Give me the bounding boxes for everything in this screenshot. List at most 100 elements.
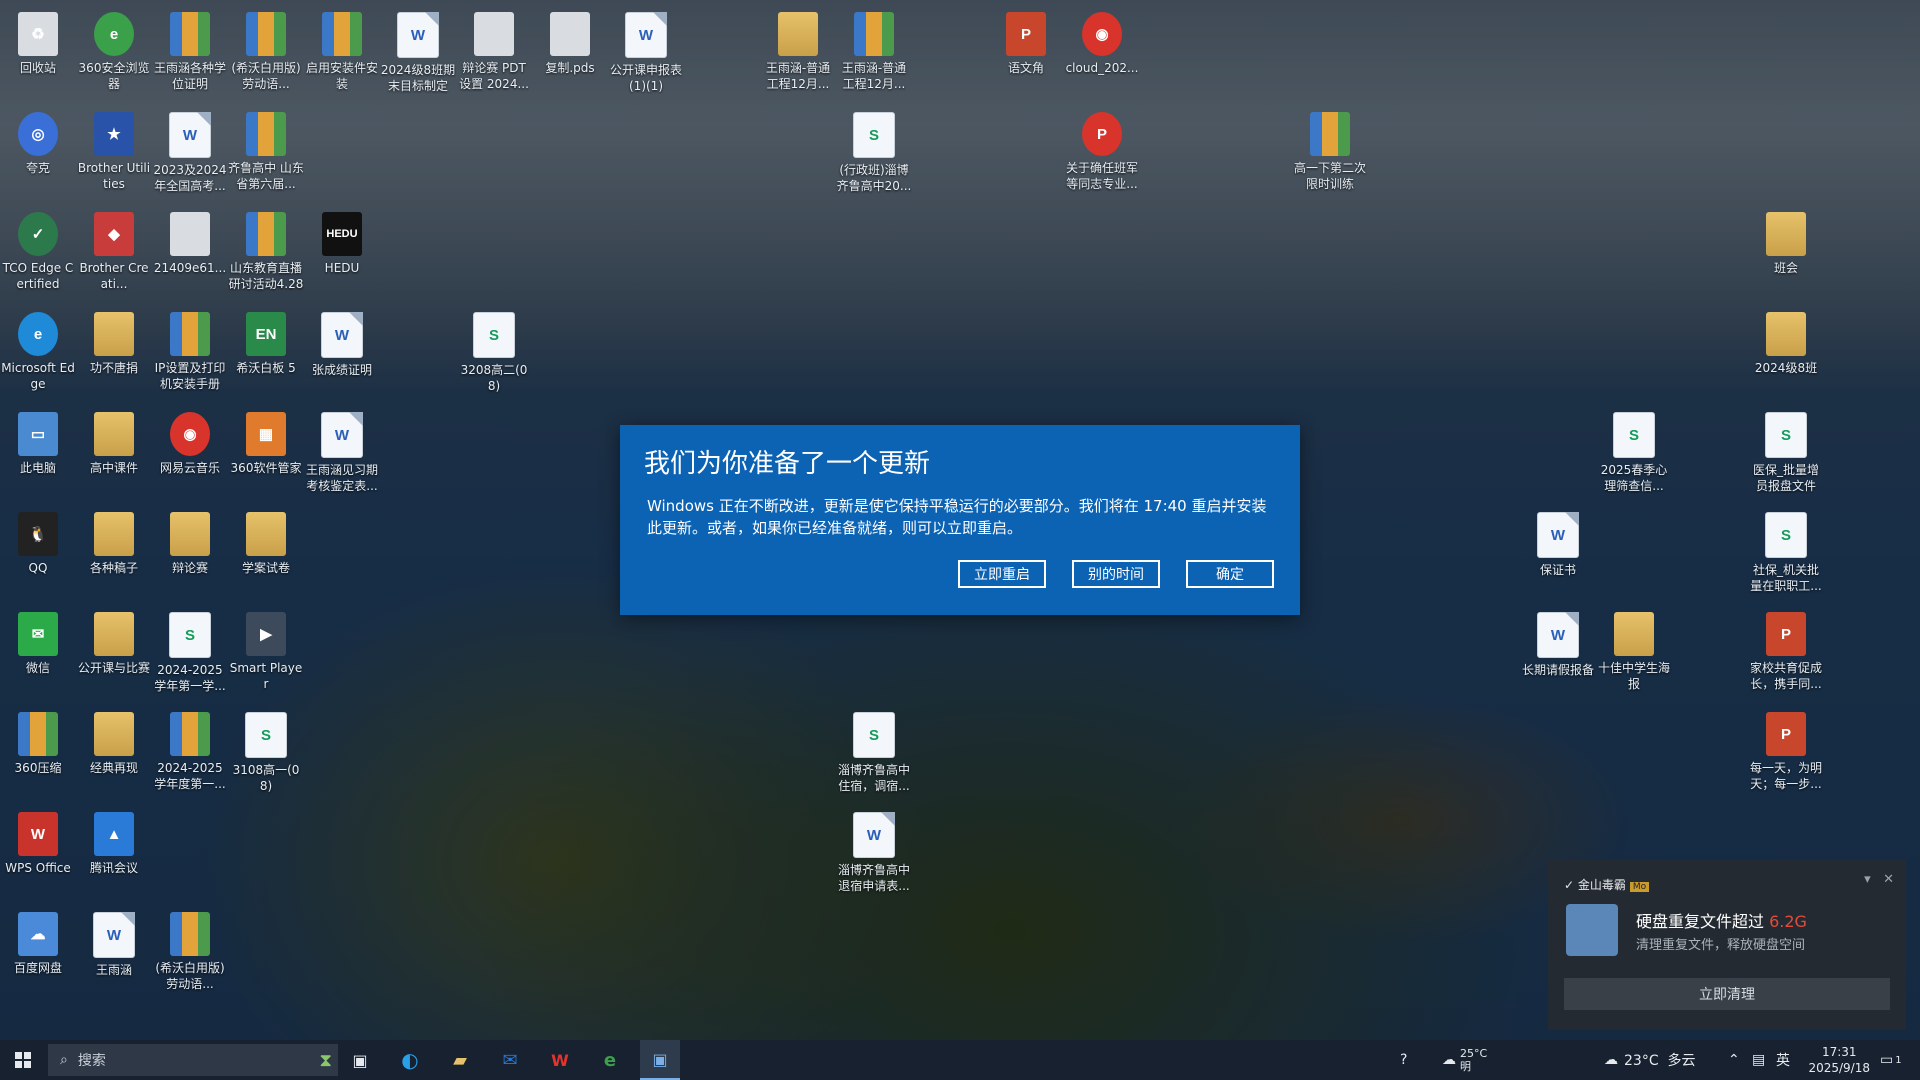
desktop-icon[interactable]: W 保证书: [1520, 506, 1596, 606]
desktop-icon[interactable]: ▦ 360软件管家: [228, 406, 304, 506]
task-view-button[interactable]: ▣: [340, 1040, 380, 1080]
desktop-icon[interactable]: W 淄博齐鲁高中退宿申请表...: [836, 806, 912, 906]
close-icon[interactable]: ✕: [1883, 872, 1894, 887]
action-center[interactable]: ▭ 1: [1880, 1040, 1902, 1080]
taskbar-edge[interactable]: ◐: [390, 1040, 430, 1080]
desktop-icon-label: 360软件管家: [230, 461, 302, 475]
desktop-icon[interactable]: S 淄博齐鲁高中住宿，调宿...: [836, 706, 912, 806]
weather-icon: ☁: [1604, 1052, 1618, 1068]
desktop-icon[interactable]: S (行政班)淄博齐鲁高中20...: [836, 106, 912, 206]
weather-widget[interactable]: ☁ 23°C 多云: [1604, 1040, 1696, 1080]
desktop-icon[interactable]: 辩论赛: [152, 506, 228, 606]
ime-indicator[interactable]: 英: [1776, 1040, 1790, 1080]
desktop-icon[interactable]: P 语文角: [988, 6, 1064, 106]
desktop-icon[interactable]: 复制.pds: [532, 6, 608, 106]
desktop-icon[interactable]: P 家校共育促成长，携手同...: [1748, 606, 1824, 706]
taskbar-search[interactable]: ⌕ 搜索 ⧗: [48, 1044, 338, 1076]
desktop-icon[interactable]: S 医保_批量增员报盘文件: [1748, 406, 1824, 506]
desktop-icon[interactable]: 班会: [1748, 206, 1824, 306]
desktop-icon[interactable]: 360压缩: [0, 706, 76, 806]
desktop-icon[interactable]: 各种稿子: [76, 506, 152, 606]
desktop-icon[interactable]: W 公开课申报表(1)(1): [608, 6, 684, 106]
desktop-icon[interactable]: 王雨涵各种学位证明: [152, 6, 228, 106]
desktop-icon[interactable]: W 2024级8班期末目标制定: [380, 6, 456, 106]
desktop-icon[interactable]: S 2024-2025学年第一学...: [152, 606, 228, 706]
desktop-icon[interactable]: ◉ cloud_202...: [1064, 6, 1140, 106]
taskbar-active-app[interactable]: ▣: [640, 1040, 680, 1080]
file-icon: [550, 12, 590, 56]
weather-small[interactable]: ☁ 25°C 明: [1442, 1040, 1487, 1080]
desktop-icon[interactable]: W 王雨涵见习期考核鉴定表...: [304, 406, 380, 506]
clean-now-button[interactable]: 立即清理: [1564, 978, 1890, 1010]
desktop-icon[interactable]: 王雨涵-普通工程12月...: [760, 6, 836, 106]
desktop-icon[interactable]: ▭ 此电脑: [0, 406, 76, 506]
desktop-icon[interactable]: 2024级8班: [1748, 306, 1824, 406]
desktop-icon[interactable]: S 3108高一(08): [228, 706, 304, 806]
archive-icon: [18, 712, 58, 756]
desktop-icon[interactable]: W 张成绩证明: [304, 306, 380, 406]
desktop-icon[interactable]: P 每一天，为明天；每一步...: [1748, 706, 1824, 806]
folder-icon: [1766, 212, 1806, 256]
desktop-icon[interactable]: W WPS Office: [0, 806, 76, 906]
desktop-icon[interactable]: 王雨涵-普通工程12月...: [836, 6, 912, 106]
desktop-icon[interactable]: W 王雨涵: [76, 906, 152, 1006]
desktop-icon[interactable]: W 长期请假报备: [1520, 606, 1596, 706]
desktop-icon[interactable]: S 2025春季心理筛查信...: [1596, 406, 1672, 506]
desktop-icon[interactable]: 山东教育直播研讨活动4.28: [228, 206, 304, 306]
desktop-icon[interactable]: ★ Brother Utilities: [76, 106, 152, 206]
desktop-icon[interactable]: 高中课件: [76, 406, 152, 506]
other-time-button[interactable]: 别的时间: [1072, 560, 1160, 588]
taskbar-explorer[interactable]: ▰: [440, 1040, 480, 1080]
taskbar-wps[interactable]: W: [540, 1040, 580, 1080]
desktop-icon[interactable]: 公开课与比赛: [76, 606, 152, 706]
app-icon: ☁: [18, 912, 58, 956]
desktop-icon[interactable]: P 关于确任班军等同志专业...: [1064, 106, 1140, 206]
desktop-icon[interactable]: IP设置及打印机安装手册: [152, 306, 228, 406]
desktop-icon[interactable]: 🐧 QQ: [0, 506, 76, 606]
desktop-icon-label: 回收站: [19, 61, 56, 75]
desktop-icon[interactable]: e 360安全浏览器: [76, 6, 152, 106]
desktop-icon[interactable]: e Microsoft Edge: [0, 306, 76, 406]
taskbar-360browser[interactable]: e: [590, 1040, 630, 1080]
desktop-icon[interactable]: ▶ Smart Player: [228, 606, 304, 706]
desktop-icon[interactable]: 十佳中学生海报: [1596, 606, 1672, 706]
start-button[interactable]: [0, 1040, 46, 1080]
desktop-icon[interactable]: (希沃白用版)劳动语...: [228, 6, 304, 106]
desktop-icon[interactable]: ◆ Brother Creati...: [76, 206, 152, 306]
desktop-icon[interactable]: 21409e61...: [152, 206, 228, 306]
desktop-icon[interactable]: ◉ 网易云音乐: [152, 406, 228, 506]
restart-now-button[interactable]: 立即重启: [958, 560, 1046, 588]
network-tray[interactable]: ▤: [1752, 1040, 1765, 1080]
desktop-icon[interactable]: ✉ 微信: [0, 606, 76, 706]
desktop-icon[interactable]: ♻ 回收站: [0, 6, 76, 106]
collapse-icon[interactable]: ▾: [1864, 872, 1871, 887]
desktop-icon[interactable]: W 2023及2024年全国高考...: [152, 106, 228, 206]
spreadsheet-icon: S: [853, 112, 895, 158]
desktop-icon[interactable]: 学案试卷: [228, 506, 304, 606]
show-hidden-icons[interactable]: ⌃: [1728, 1040, 1740, 1080]
word-doc-icon: W: [853, 812, 895, 858]
clock[interactable]: 17:31 2025/9/18: [1808, 1044, 1870, 1076]
taskbar-outlook[interactable]: ✉: [490, 1040, 530, 1080]
desktop-icon[interactable]: ✓ TCO Edge Certified: [0, 206, 76, 306]
ok-button[interactable]: 确定: [1186, 560, 1274, 588]
desktop-icon[interactable]: EN 希沃白板 5: [228, 306, 304, 406]
desktop-icon[interactable]: 经典再现: [76, 706, 152, 806]
word-doc-icon: W: [321, 312, 363, 358]
desktop-icon[interactable]: 齐鲁高中 山东省第六届...: [228, 106, 304, 206]
desktop-icon[interactable]: 启用安装件安装: [304, 6, 380, 106]
desktop-icon[interactable]: 高一下第二次限时训练: [1292, 106, 1368, 206]
headline-value: 6.2G: [1769, 912, 1807, 931]
folder-icon: [778, 12, 818, 56]
desktop-icon[interactable]: S 社保_机关批量在职职工...: [1748, 506, 1824, 606]
desktop-icon[interactable]: ◎ 夸克: [0, 106, 76, 206]
desktop-icon[interactable]: 辩论赛 PDT 设置 2024...: [456, 6, 532, 106]
help-tray[interactable]: ?: [1400, 1040, 1407, 1080]
desktop-icon[interactable]: ▲ 腾讯会议: [76, 806, 152, 906]
desktop-icon[interactable]: 功不唐捐: [76, 306, 152, 406]
desktop-icon[interactable]: 2024-2025学年度第一...: [152, 706, 228, 806]
desktop-icon[interactable]: (希沃白用版)劳动语...: [152, 906, 228, 1006]
desktop-icon[interactable]: ☁ 百度网盘: [0, 906, 76, 1006]
desktop-icon[interactable]: HEDU HEDU: [304, 206, 380, 306]
desktop-icon[interactable]: S 3208高二(08): [456, 306, 532, 406]
